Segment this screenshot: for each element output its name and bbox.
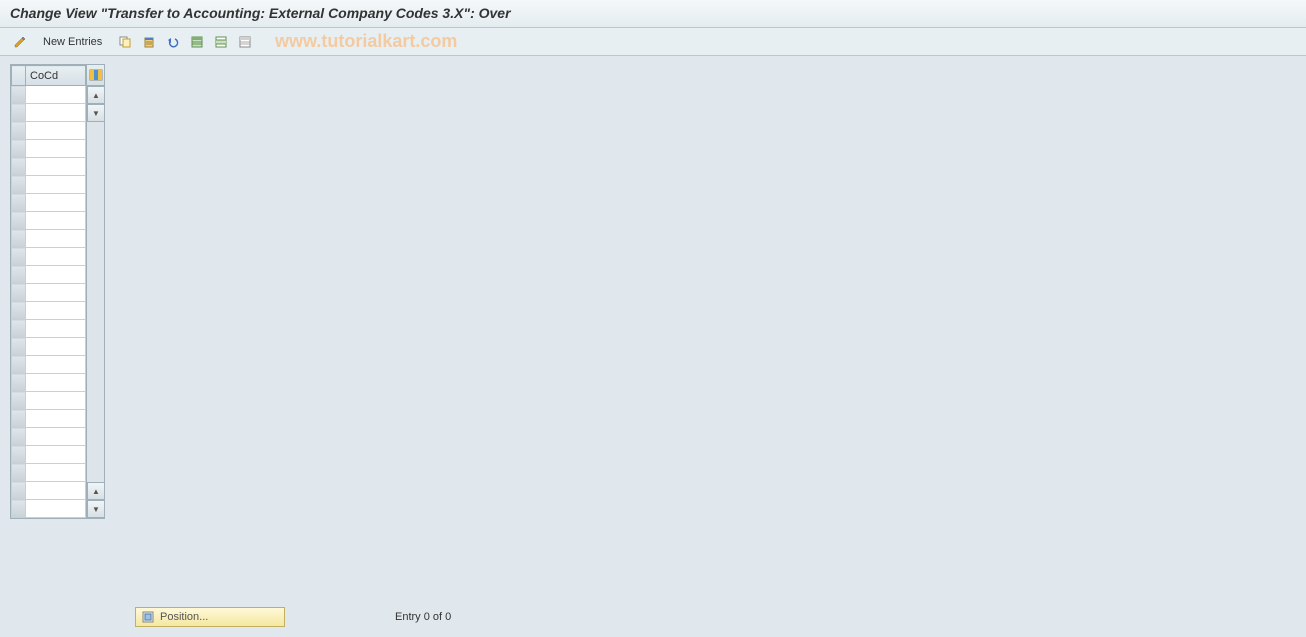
cocd-cell[interactable] (26, 176, 86, 194)
select-block-icon[interactable] (211, 32, 231, 52)
cocd-cell[interactable] (26, 338, 86, 356)
cocd-cell[interactable] (26, 464, 86, 482)
cocd-cell[interactable] (26, 158, 86, 176)
entry-status: Entry 0 of 0 (395, 611, 451, 623)
table-row (12, 104, 86, 122)
toolbar: New Entries (0, 28, 1306, 56)
row-selector[interactable] (12, 410, 26, 428)
row-selector[interactable] (12, 194, 26, 212)
table-row (12, 482, 86, 500)
table-row (12, 428, 86, 446)
new-entries-button[interactable]: New Entries (34, 33, 111, 51)
cocd-cell[interactable] (26, 500, 86, 518)
table-row (12, 284, 86, 302)
cocd-cell[interactable] (26, 122, 86, 140)
data-grid: CoCd (10, 64, 87, 519)
table-row (12, 374, 86, 392)
row-selector[interactable] (12, 230, 26, 248)
row-selector[interactable] (12, 212, 26, 230)
table-row (12, 176, 86, 194)
row-selector[interactable] (12, 500, 26, 518)
delete-icon[interactable] (139, 32, 159, 52)
table-row (12, 410, 86, 428)
table-row (12, 122, 86, 140)
table-row (12, 338, 86, 356)
row-selector[interactable] (12, 104, 26, 122)
row-selector[interactable] (12, 140, 26, 158)
content-area: CoCd ▲ ▼ (0, 56, 1306, 637)
table-row (12, 392, 86, 410)
cocd-cell[interactable] (26, 140, 86, 158)
row-selector[interactable] (12, 320, 26, 338)
table-row (12, 500, 86, 518)
vertical-scrollbar[interactable]: ▲ ▼ ▲ ▼ (87, 64, 105, 519)
cocd-cell[interactable] (26, 482, 86, 500)
position-button[interactable]: Position... (135, 607, 285, 627)
position-label: Position... (160, 611, 208, 623)
table-row (12, 212, 86, 230)
cocd-cell[interactable] (26, 446, 86, 464)
row-selector[interactable] (12, 392, 26, 410)
row-selector[interactable] (12, 248, 26, 266)
scroll-up-bottom-icon[interactable]: ▲ (87, 482, 105, 500)
row-selector[interactable] (12, 176, 26, 194)
row-selector[interactable] (12, 158, 26, 176)
row-selector[interactable] (12, 338, 26, 356)
cocd-cell[interactable] (26, 410, 86, 428)
deselect-all-icon[interactable] (235, 32, 255, 52)
footer: Position... Entry 0 of 0 (135, 607, 451, 627)
cocd-cell[interactable] (26, 374, 86, 392)
row-selector[interactable] (12, 284, 26, 302)
table-row (12, 320, 86, 338)
table-row (12, 356, 86, 374)
cocd-cell[interactable] (26, 302, 86, 320)
row-selector[interactable] (12, 266, 26, 284)
row-selector[interactable] (12, 428, 26, 446)
scroll-down-bottom-icon[interactable]: ▼ (87, 500, 105, 518)
table-row (12, 158, 86, 176)
column-header-cocd[interactable]: CoCd (26, 66, 86, 86)
row-selector[interactable] (12, 356, 26, 374)
page-title: Change View "Transfer to Accounting: Ext… (0, 0, 1306, 28)
cocd-cell[interactable] (26, 266, 86, 284)
table-row (12, 86, 86, 104)
table-row (12, 302, 86, 320)
cocd-cell[interactable] (26, 428, 86, 446)
table-row (12, 464, 86, 482)
position-icon (142, 611, 154, 623)
row-selector-header[interactable] (12, 66, 26, 86)
table-row (12, 446, 86, 464)
row-selector[interactable] (12, 86, 26, 104)
table-row (12, 230, 86, 248)
cocd-cell[interactable] (26, 356, 86, 374)
cocd-cell[interactable] (26, 230, 86, 248)
cocd-cell[interactable] (26, 212, 86, 230)
copy-icon[interactable] (115, 32, 135, 52)
row-selector[interactable] (12, 302, 26, 320)
undo-icon[interactable] (163, 32, 183, 52)
row-selector[interactable] (12, 122, 26, 140)
row-selector[interactable] (12, 464, 26, 482)
change-display-icon[interactable] (10, 32, 30, 52)
cocd-cell[interactable] (26, 284, 86, 302)
cocd-cell[interactable] (26, 392, 86, 410)
row-selector[interactable] (12, 446, 26, 464)
cocd-cell[interactable] (26, 320, 86, 338)
cocd-cell[interactable] (26, 194, 86, 212)
table-row (12, 248, 86, 266)
scroll-down-icon[interactable]: ▼ (87, 104, 105, 122)
cocd-cell[interactable] (26, 86, 86, 104)
row-selector[interactable] (12, 374, 26, 392)
watermark: www.tutorialkart.com (275, 31, 457, 52)
cocd-cell[interactable] (26, 104, 86, 122)
scroll-up-icon[interactable]: ▲ (87, 86, 105, 104)
table-row (12, 140, 86, 158)
select-all-icon[interactable] (187, 32, 207, 52)
table-row (12, 194, 86, 212)
row-selector[interactable] (12, 482, 26, 500)
table-row (12, 266, 86, 284)
table-settings-icon[interactable] (87, 65, 104, 86)
cocd-cell[interactable] (26, 248, 86, 266)
